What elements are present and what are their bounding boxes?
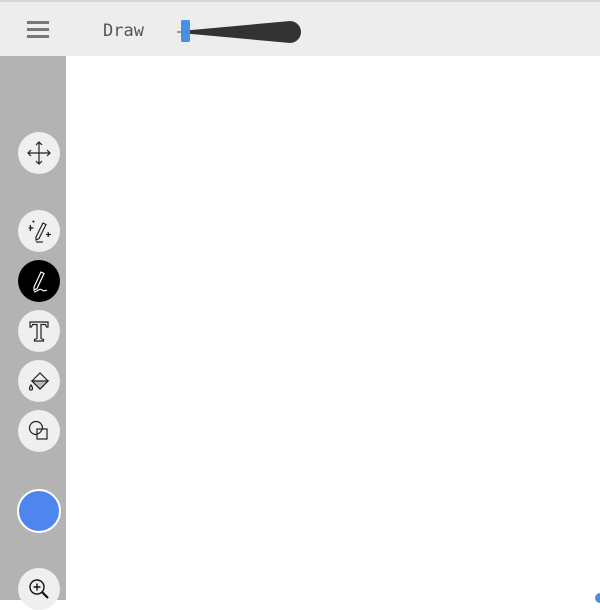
fill-tool-button[interactable]: [18, 360, 60, 402]
stroke-width-slider[interactable]: [176, 18, 306, 46]
shapes-icon: [28, 420, 48, 440]
canvas-dot: [595, 593, 600, 603]
slider-thumb[interactable]: [181, 20, 190, 42]
zoom-in-icon: [29, 579, 49, 599]
drawing-canvas[interactable]: [66, 56, 600, 600]
move-tool-button[interactable]: [18, 132, 60, 174]
pen-tool-button[interactable]: [18, 260, 60, 302]
pen-icon: [33, 271, 48, 293]
shapes-tool-button[interactable]: [18, 410, 60, 452]
color-picker-button[interactable]: [17, 489, 61, 533]
paint-bucket-icon: [28, 372, 50, 391]
app-title: Draw: [103, 21, 144, 41]
stroke-taper-preview: [186, 21, 301, 43]
text-t-icon: [29, 321, 49, 342]
hamburger-menu-icon[interactable]: [27, 21, 49, 39]
magic-pen-tool-button[interactable]: [18, 210, 60, 252]
sparkle-pen-icon: [28, 220, 51, 243]
move-arrows-icon: [27, 141, 51, 165]
top-bar: Draw: [0, 0, 600, 56]
zoom-in-button[interactable]: [18, 568, 60, 610]
text-tool-button[interactable]: [18, 310, 60, 352]
